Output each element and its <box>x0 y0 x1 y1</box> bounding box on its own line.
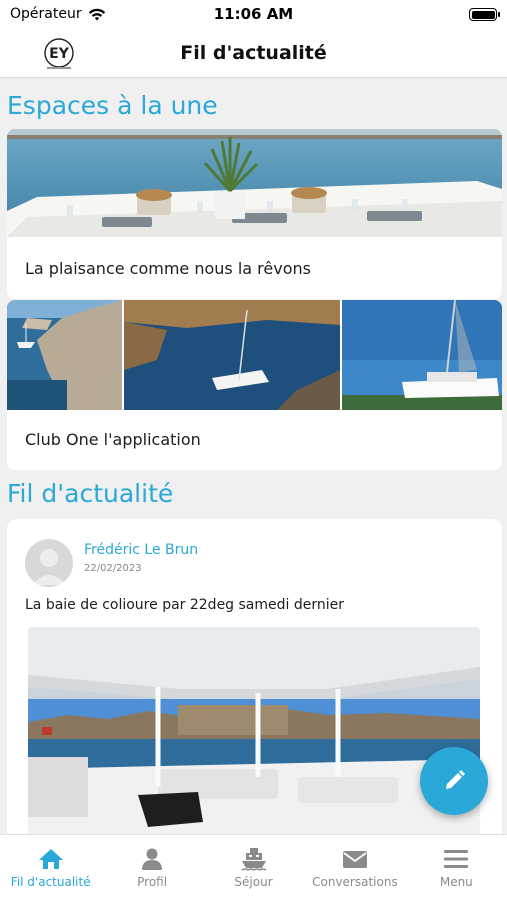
featured-card[interactable]: La plaisance comme nous la rêvons <box>7 129 502 299</box>
avatar[interactable] <box>25 539 73 587</box>
page-title: Fil d'actualité <box>180 42 327 64</box>
featured-image-dining[interactable] <box>7 129 502 237</box>
battery-icon <box>469 8 500 21</box>
tab-stay[interactable]: Séjour <box>203 835 304 900</box>
tab-conversations[interactable]: Conversations <box>304 835 405 900</box>
tab-bar: Fil d'actualité Profil Séjour Conversati… <box>0 834 507 900</box>
envelope-icon <box>342 851 367 868</box>
post-author[interactable]: Frédéric Le Brun <box>84 542 198 558</box>
featured-caption: Club One l'application <box>25 430 201 449</box>
boat-icon <box>241 848 266 871</box>
tab-label: Séjour <box>234 875 273 889</box>
post-image[interactable] <box>28 627 480 834</box>
featured-caption: La plaisance comme nous la rêvons <box>25 259 311 278</box>
tab-menu[interactable]: Menu <box>406 835 507 900</box>
post-text: La baie de colioure par 22deg samedi der… <box>25 597 345 613</box>
tab-label: Fil d'actualité <box>10 875 91 889</box>
pencil-icon <box>446 770 465 789</box>
person-icon <box>142 848 163 870</box>
status-time: 11:06 AM <box>213 5 294 23</box>
post-date: 22/02/2023 <box>84 563 142 574</box>
hamburger-icon <box>444 850 469 868</box>
tab-label: Conversations <box>312 875 398 889</box>
main-content[interactable]: Espaces à la une La plaisance comme nous… <box>0 79 507 834</box>
feed-section-title: Fil d'actualité <box>7 479 174 508</box>
tab-label: Profil <box>137 875 168 889</box>
home-icon <box>38 849 63 869</box>
status-bar: Opérateur 11:06 AM <box>0 0 507 28</box>
tab-profile[interactable]: Profil <box>101 835 202 900</box>
tab-label: Menu <box>439 875 473 889</box>
tab-feed[interactable]: Fil d'actualité <box>0 835 101 900</box>
featured-section-title: Espaces à la une <box>7 91 218 120</box>
person-placeholder-icon <box>32 549 66 585</box>
featured-image-boats[interactable] <box>7 300 502 410</box>
compose-post-button[interactable] <box>420 747 488 815</box>
featured-card[interactable]: Club One l'application <box>7 300 502 470</box>
nav-bar: EY Fil d'actualité <box>0 28 507 78</box>
